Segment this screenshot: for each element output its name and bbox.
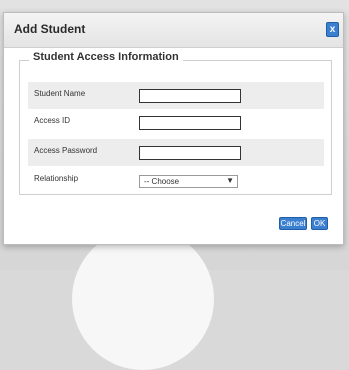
form-row-student-name: Student Name [28,82,324,109]
student-name-label: Student Name [34,89,86,98]
chevron-down-icon: ▼ [226,176,234,185]
form-row-relationship: Relationship -- Choose ▼ [28,167,324,194]
background-circle [72,228,214,370]
close-button[interactable]: x [326,22,339,37]
relationship-select[interactable]: -- Choose ▼ [139,175,238,188]
close-icon: x [329,24,336,35]
dialog-titlebar: Add Student x [4,13,343,48]
cancel-button[interactable]: Cancel [279,217,307,230]
access-id-label: Access ID [34,116,71,125]
form-row-access-password: Access Password [28,139,324,166]
access-password-input[interactable] [139,146,241,160]
relationship-label: Relationship [34,174,79,183]
form-row-access-id: Access ID [28,109,324,136]
dialog-title: Add Student [14,22,86,36]
fieldset-legend: Student Access Information [29,51,183,63]
access-password-label: Access Password [34,146,98,155]
student-name-input[interactable] [139,89,241,103]
ok-button[interactable]: OK [311,217,328,230]
relationship-selected-value: -- Choose [144,177,180,186]
access-id-input[interactable] [139,116,241,130]
